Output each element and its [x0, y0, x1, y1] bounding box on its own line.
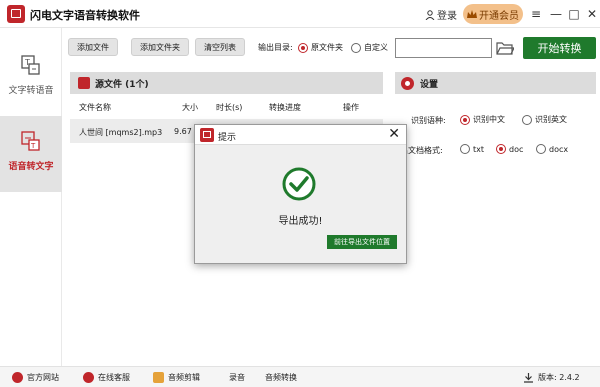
sidebar-item-label: 语音转文字 — [8, 162, 54, 172]
audio-convert-link[interactable]: 音频转换 — [265, 372, 297, 383]
success-dialog: 提示 ✕ 导出成功! 前往导出文件位置 — [194, 124, 407, 264]
bottom-item-label: 音频剪辑 — [168, 373, 200, 382]
column-header: 转换进度 — [269, 103, 301, 112]
file-size-cell: 9.67 — [174, 127, 192, 136]
support-icon — [83, 372, 94, 383]
file-panel-title: 源文件 (1个) — [95, 79, 149, 90]
dialog-title: 提示 — [218, 133, 237, 143]
source-file-icon — [78, 77, 90, 89]
table-header: 文件名称 大小 时长(s) 转换进度 操作 — [70, 96, 383, 118]
folder-open-icon[interactable] — [496, 40, 514, 56]
add-folder-button[interactable]: 添加文件夹 — [131, 38, 189, 56]
bottom-item-label: 官方网站 — [27, 373, 59, 382]
official-site-link[interactable]: 官方网站 — [12, 372, 59, 383]
radio-unchecked-icon — [536, 144, 546, 154]
text-to-speech-icon: T — [21, 55, 40, 75]
bottom-item-label: 在线客服 — [98, 373, 130, 382]
gear-icon — [401, 76, 414, 90]
login-label: 登录 — [437, 11, 457, 22]
language-label: 识别语种: — [411, 116, 446, 125]
radio-unchecked-icon — [351, 42, 361, 53]
online-support-link[interactable]: 在线客服 — [83, 372, 130, 383]
scissors-icon — [153, 372, 164, 383]
dialog-logo-icon — [200, 128, 214, 142]
radio-label: doc — [509, 144, 524, 154]
crown-icon — [467, 9, 477, 18]
radio-original-folder[interactable]: 原文件夹 — [298, 42, 343, 53]
radio-custom-folder[interactable]: 自定义 — [351, 42, 388, 53]
radio-label: docx — [549, 144, 569, 154]
sidebar: T 文字转语音 T 语音转文字 — [0, 28, 62, 366]
bottom-bar: 官方网站 在线客服 音频剪辑 录音 音频转换 版本: 2.4.2 — [0, 366, 600, 387]
version-label: 版本: 2.4.2 — [538, 373, 580, 382]
radio-unchecked-icon — [522, 114, 532, 125]
column-header: 大小 — [182, 103, 198, 112]
svg-text:T: T — [30, 142, 36, 150]
output-dir-label: 输出目录: — [258, 43, 293, 52]
download-icon — [524, 373, 533, 383]
start-convert-button[interactable]: 开始转换 — [523, 37, 596, 59]
sidebar-item-speech-to-text[interactable]: T 语音转文字 — [0, 116, 62, 192]
bottom-item-label: 录音 — [229, 373, 245, 382]
bottom-item-label: 音频转换 — [265, 373, 297, 382]
dialog-message: 导出成功! — [278, 216, 323, 227]
user-icon — [425, 9, 435, 20]
sidebar-item-text-to-speech[interactable]: T 文字转语音 — [0, 40, 62, 116]
clear-list-button[interactable]: 清空列表 — [195, 38, 245, 56]
vip-button[interactable]: 开通会员 — [463, 4, 523, 24]
radio-label: 自定义 — [364, 43, 388, 52]
login-button[interactable]: 登录 — [425, 7, 457, 22]
column-header: 文件名称 — [79, 103, 111, 112]
radio-label: 原文件夹 — [311, 43, 343, 52]
sidebar-item-label: 文字转语音 — [8, 86, 54, 96]
record-link[interactable]: 录音 — [229, 372, 245, 383]
radio-format-doc[interactable]: doc — [496, 144, 523, 154]
app-logo-icon — [7, 5, 25, 23]
speech-to-text-icon: T — [21, 131, 40, 151]
audio-edit-link[interactable]: 音频剪辑 — [153, 372, 200, 383]
radio-format-txt[interactable]: txt — [460, 144, 484, 154]
column-header: 操作 — [343, 103, 359, 112]
close-icon[interactable]: ✕ — [583, 5, 600, 23]
radio-checked-icon — [496, 144, 506, 154]
title-bar: 闪电文字语音转换软件 登录 开通会员 ≡ — □ ✕ — [0, 0, 600, 28]
radio-label: txt — [473, 144, 485, 154]
vip-label: 开通会员 — [479, 10, 519, 22]
file-panel-header: 源文件 (1个) — [70, 72, 383, 94]
radio-unchecked-icon — [460, 144, 470, 154]
maximize-icon[interactable]: □ — [565, 5, 583, 23]
output-path-input[interactable] — [395, 38, 492, 58]
version-info: 版本: 2.4.2 — [523, 372, 580, 383]
menu-icon[interactable]: ≡ — [527, 5, 545, 23]
radio-recognize-english[interactable]: 识别英文 — [522, 114, 567, 125]
radio-label: 识别中文 — [473, 115, 505, 124]
radio-checked-icon — [460, 114, 470, 125]
dialog-close-icon[interactable]: ✕ — [388, 126, 400, 142]
open-export-location-button[interactable]: 前往导出文件位置 — [327, 235, 397, 249]
dialog-title-bar: 提示 ✕ — [195, 125, 406, 145]
file-name-cell: 人世间 [mqms2].mp3 — [79, 128, 163, 137]
success-check-icon — [282, 167, 316, 201]
settings-header: 设置 — [395, 72, 596, 94]
home-icon — [12, 372, 23, 383]
radio-checked-icon — [298, 42, 308, 53]
settings-title: 设置 — [420, 79, 439, 90]
radio-recognize-chinese[interactable]: 识别中文 — [460, 114, 505, 125]
column-header: 时长(s) — [216, 103, 243, 112]
app-title: 闪电文字语音转换软件 — [30, 9, 140, 22]
radio-label: 识别英文 — [535, 115, 567, 124]
add-file-button[interactable]: 添加文件 — [68, 38, 118, 56]
minimize-icon[interactable]: — — [547, 5, 565, 23]
radio-format-docx[interactable]: docx — [536, 144, 568, 154]
